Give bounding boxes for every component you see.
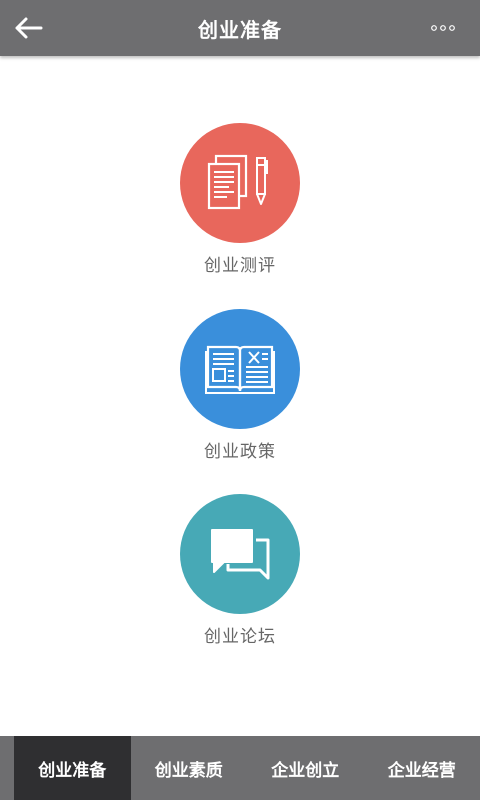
menu-item-assessment[interactable]: 创业测评 (0, 123, 480, 276)
assessment-circle (180, 123, 300, 243)
tab-qiye-jingying[interactable]: 企业经营 (364, 736, 480, 800)
menu-item-label: 创业政策 (204, 442, 276, 462)
tab-chuangye-zhunbei[interactable]: 创业准备 (14, 736, 131, 800)
menu-item-label: 创业测评 (204, 256, 276, 276)
document-pen-icon (207, 154, 268, 210)
app-screen: 创业准备 创业测评 创业政策 创业论坛 创业准备 创业素质 企业创立 企业经营 (0, 0, 480, 800)
tab-chuangye-suzhi[interactable]: 创业素质 (131, 736, 248, 800)
policy-circle (180, 309, 300, 429)
tab-bar-edge (0, 736, 14, 800)
arrow-left-icon (15, 17, 43, 39)
menu-item-policy[interactable]: 创业政策 (0, 309, 480, 462)
more-button[interactable] (428, 18, 458, 38)
forum-circle (180, 494, 300, 614)
more-dots-icon (431, 25, 455, 31)
open-book-icon (205, 345, 275, 394)
tab-qiye-chuangli[interactable]: 企业创立 (247, 736, 364, 800)
bottom-tab-bar: 创业准备 创业素质 企业创立 企业经营 (0, 736, 480, 800)
back-button[interactable] (10, 10, 46, 46)
chat-bubbles-icon (211, 529, 270, 580)
top-bar: 创业准备 (0, 0, 480, 56)
menu-item-label: 创业论坛 (204, 627, 276, 647)
menu-item-forum[interactable]: 创业论坛 (0, 494, 480, 647)
page-title: 创业准备 (198, 17, 282, 42)
